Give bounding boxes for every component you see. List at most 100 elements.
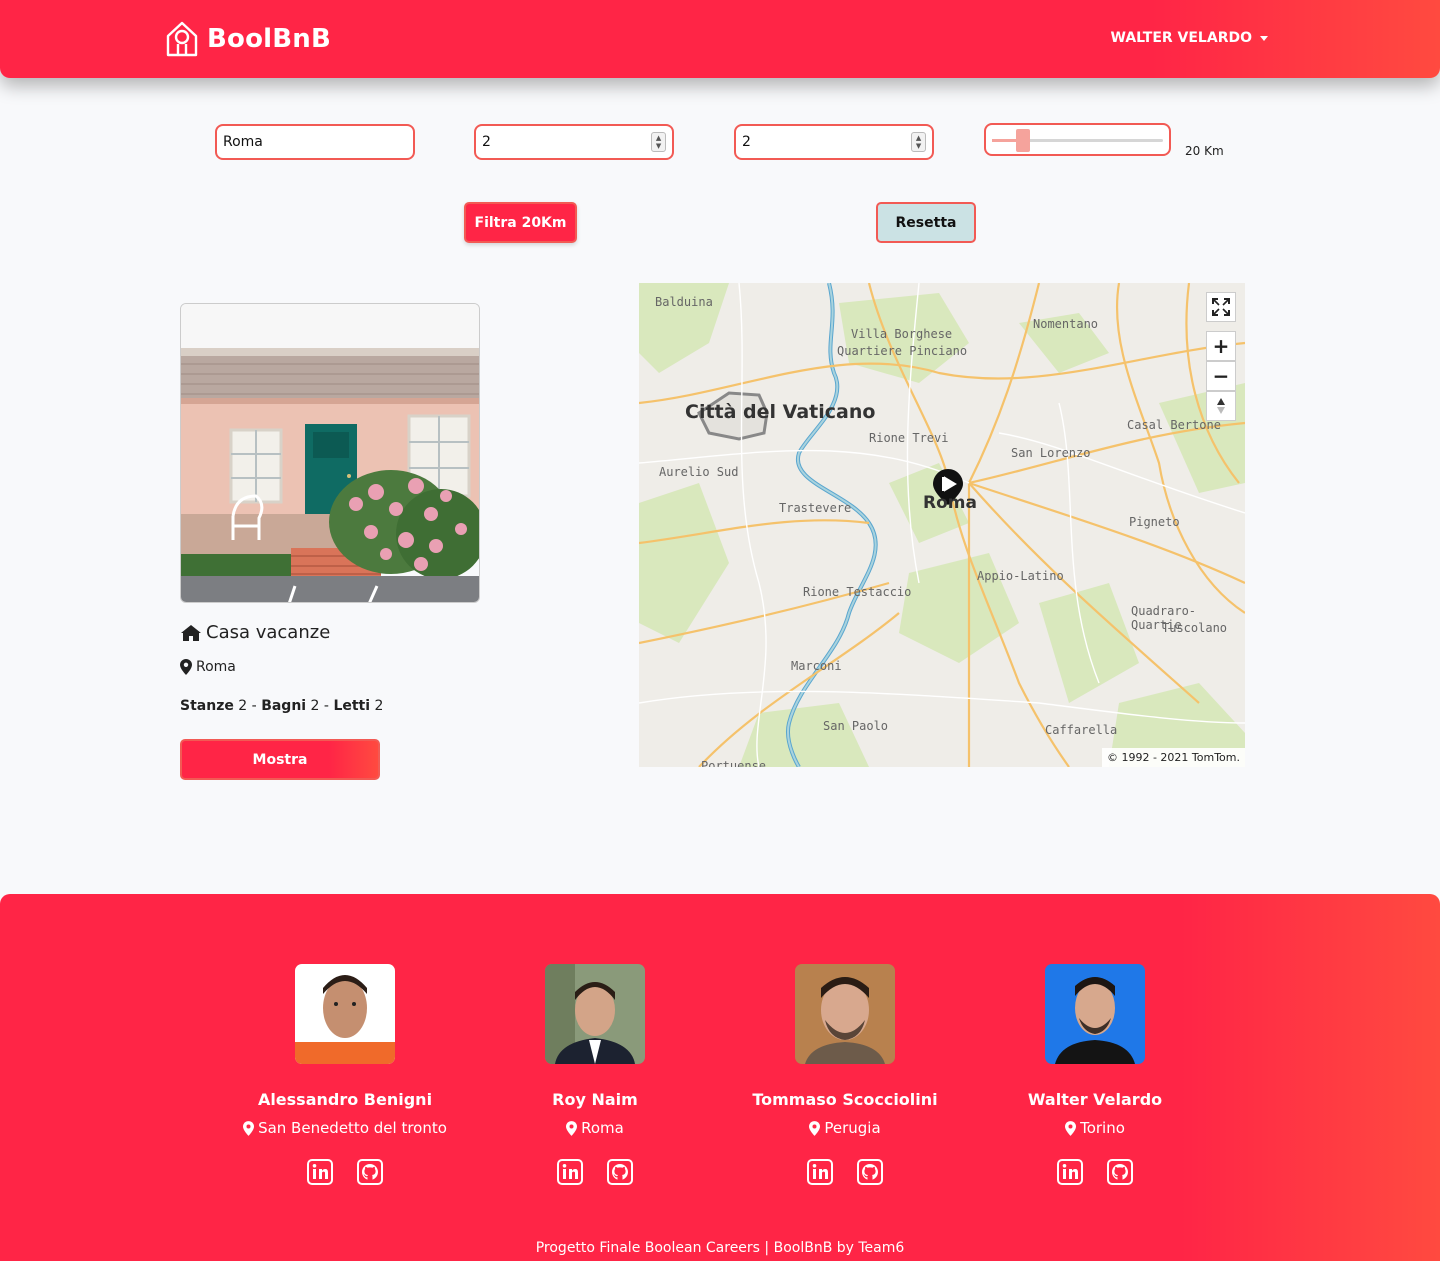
navbar: BoolBnB WALTER VELARDO: [0, 0, 1440, 78]
listing-city: Roma: [196, 659, 236, 675]
social-links: [720, 1159, 970, 1185]
social-links: [470, 1159, 720, 1185]
github-icon[interactable]: [357, 1159, 383, 1185]
member-name: Alessandro Benigni: [257, 1090, 433, 1109]
map-marker-icon: [243, 1120, 255, 1136]
rooms-field[interactable]: ▲▼: [474, 124, 674, 160]
linkedin-icon[interactable]: [307, 1159, 333, 1185]
user-menu-dropdown[interactable]: WALTER VELARDO: [1111, 30, 1268, 46]
member-location: Roma: [470, 1119, 720, 1137]
social-links: [220, 1159, 470, 1185]
linkedin-icon[interactable]: [807, 1159, 833, 1185]
map-label: Trastevere: [779, 501, 852, 515]
map[interactable]: Balduina Villa Borghese Quartiere Pincia…: [639, 283, 1245, 767]
avatar: [295, 964, 395, 1064]
map-marker-icon: [180, 659, 192, 675]
team-member-card: Tommaso Scocciolini Perugia: [720, 964, 970, 1185]
listing-location: Roma: [180, 659, 236, 675]
map-label: Balduina: [655, 295, 713, 309]
linkedin-icon[interactable]: [1057, 1159, 1083, 1185]
beds-value: 2: [374, 698, 384, 714]
linkedin-icon[interactable]: [557, 1159, 583, 1185]
map-label: Appio-Latino: [977, 569, 1064, 583]
brand-name: BoolBnB: [207, 24, 331, 54]
radius-label: 20 Km: [1185, 144, 1224, 158]
zoom-out-button[interactable]: −: [1206, 361, 1236, 391]
separator: -: [323, 698, 329, 714]
avatar: [795, 964, 895, 1064]
baths-label: Bagni: [261, 698, 307, 714]
map-marker-icon: [809, 1120, 821, 1136]
fullscreen-button[interactable]: [1206, 292, 1236, 322]
slider-thumb[interactable]: [1016, 129, 1031, 152]
avatar: [1045, 964, 1145, 1064]
fullscreen-icon: [1212, 298, 1230, 316]
beds-input[interactable]: [742, 134, 912, 150]
beds-label: Letti: [333, 698, 371, 714]
radius-slider[interactable]: [984, 123, 1171, 156]
beds-field[interactable]: ▲▼: [734, 124, 934, 160]
stepper-down-icon[interactable]: ▼: [656, 142, 661, 150]
zoom-in-button[interactable]: +: [1206, 331, 1236, 361]
city-input[interactable]: [223, 134, 407, 150]
member-city: Perugia: [824, 1119, 881, 1137]
user-name: WALTER VELARDO: [1110, 30, 1252, 46]
member-city: Torino: [1080, 1119, 1125, 1137]
filter-button[interactable]: Filtra 20Km: [464, 202, 577, 243]
team-member-card: Roy Naim Roma: [470, 964, 720, 1185]
github-icon[interactable]: [607, 1159, 633, 1185]
brand-logo[interactable]: BoolBnB: [165, 20, 331, 58]
stepper-up-icon[interactable]: ▲: [656, 134, 661, 142]
listing-title: Casa vacanze: [180, 622, 330, 643]
separator: -: [251, 698, 257, 714]
stepper-up-icon[interactable]: ▲: [916, 134, 921, 142]
rooms-label: Stanze: [180, 698, 234, 714]
member-name: Roy Naim: [552, 1090, 638, 1109]
rooms-stepper[interactable]: ▲ ▼: [651, 132, 666, 152]
map-label: Roma: [923, 493, 977, 513]
member-city: San Benedetto del tronto: [258, 1119, 447, 1137]
footer-credit: Progetto Finale Boolean Careers | BoolBn…: [535, 1240, 905, 1256]
map-label: Quartiere Pinciano: [837, 344, 968, 358]
listing-title-text: Casa vacanze: [206, 622, 331, 643]
stepper-down-icon[interactable]: ▼: [916, 142, 921, 150]
rooms-input[interactable]: [482, 134, 652, 150]
map-label: Rione Trevi: [869, 431, 949, 445]
member-city: Roma: [581, 1119, 624, 1137]
map-label: Aurelio Sud: [659, 465, 739, 479]
member-location: Torino: [970, 1119, 1220, 1137]
house-photo: [181, 304, 479, 602]
team-member-card: Alessandro Benigni San Benedetto del tro…: [220, 964, 470, 1185]
map-label: Villa Borghese: [851, 327, 953, 341]
listing-photo[interactable]: [180, 303, 480, 603]
home-icon: [181, 624, 201, 641]
map-label: San Paolo: [823, 719, 889, 733]
chevron-down-icon: [1260, 35, 1268, 41]
rooms-value: 2: [238, 698, 248, 714]
show-button[interactable]: Mostra: [180, 739, 380, 780]
compass-button[interactable]: [1206, 391, 1236, 421]
listing-stats: Stanze 2 - Bagni 2 - Letti 2: [180, 698, 383, 714]
baths-value: 2: [310, 698, 320, 714]
house-keyhole-icon: [166, 21, 198, 57]
map-marker-icon: [1065, 1120, 1077, 1136]
map-label: Marconi: [791, 659, 842, 673]
member-location: Perugia: [720, 1119, 970, 1137]
map-label: Pigneto: [1129, 515, 1180, 529]
avatar: [545, 964, 645, 1064]
beds-stepper[interactable]: ▲ ▼: [911, 132, 926, 152]
compass-icon: [1217, 398, 1225, 414]
member-location: San Benedetto del tronto: [220, 1119, 470, 1137]
map-label: Caffarella: [1045, 723, 1118, 737]
map-marker-icon: [566, 1120, 578, 1136]
member-name: Tommaso Scocciolini: [752, 1090, 938, 1109]
map-attribution: © 1992 - 2021 TomTom.: [1101, 748, 1245, 767]
github-icon[interactable]: [1107, 1159, 1133, 1185]
map-label: San Lorenzo: [1011, 446, 1091, 460]
reset-button[interactable]: Resetta: [876, 202, 976, 243]
github-icon[interactable]: [857, 1159, 883, 1185]
city-field[interactable]: [215, 124, 415, 160]
map-label: Tuscolano: [1162, 621, 1228, 635]
map-label: Rione Testaccio: [803, 585, 912, 599]
team-member-card: Walter Velardo Torino: [970, 964, 1220, 1185]
